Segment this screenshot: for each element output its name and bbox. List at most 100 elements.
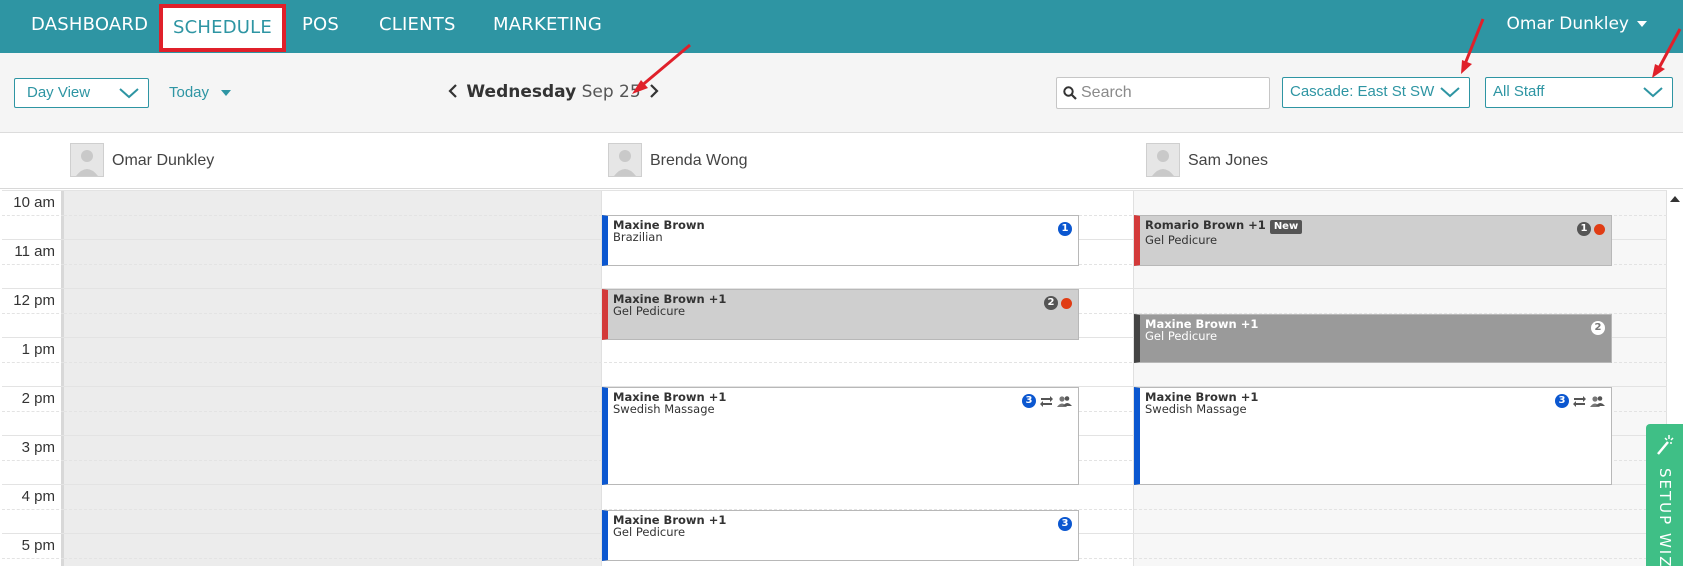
- time-gridline: [2, 533, 64, 534]
- time-gridline: [2, 557, 64, 559]
- time-gridline: [2, 214, 64, 216]
- time-gridline: [2, 386, 64, 387]
- appointment-count-badge: 3: [1555, 394, 1569, 408]
- search-box[interactable]: [1056, 77, 1270, 109]
- location-select-value: Cascade: East St SW: [1290, 83, 1435, 100]
- scroll-up-icon[interactable]: [1670, 196, 1680, 202]
- appointment-count-badge: 3: [1058, 517, 1072, 531]
- avatar-placeholder-icon: [1146, 143, 1180, 177]
- chevron-down-icon: [1643, 87, 1663, 98]
- caret-down-icon: [221, 90, 232, 97]
- appointment-card[interactable]: Maxine Brown +1 Swedish Massage 3: [602, 387, 1079, 485]
- today-button[interactable]: Today: [169, 84, 232, 101]
- appointment-client: Maxine Brown: [613, 218, 705, 232]
- hour-label: 3 pm: [21, 439, 55, 456]
- hour-label: 4 pm: [21, 488, 55, 505]
- appointment-count-badge: 1: [1058, 222, 1072, 236]
- appointment-service: Gel Pedicure: [1145, 233, 1218, 247]
- time-gridline: [2, 484, 64, 485]
- magic-wand-icon: [1657, 435, 1674, 455]
- caret-down-icon: [1637, 21, 1647, 27]
- appointment-card[interactable]: Romario Brown +1 New Gel Pedicure 1: [1134, 215, 1612, 266]
- location-select[interactable]: Cascade: East St SW: [1282, 77, 1470, 108]
- hour-label: 12 pm: [13, 292, 55, 309]
- repeat-icon: [1040, 395, 1053, 407]
- annotation-arrow: [1652, 28, 1682, 78]
- hour-label: 2 pm: [21, 390, 55, 407]
- appointment-count-badge: 2: [1044, 296, 1058, 310]
- time-gridline: [2, 288, 64, 289]
- date-weekday: Wednesday: [466, 82, 577, 102]
- time-gridline: [2, 459, 64, 461]
- staff-name: Brenda Wong: [650, 152, 748, 169]
- staff-select-value: All Staff: [1493, 83, 1545, 100]
- hour-gridline: [64, 190, 1667, 191]
- time-column: 10 am 11 am 12 pm 1 pm 2 pm 3 pm 4 pm 5 …: [0, 190, 64, 566]
- appointment-card[interactable]: Maxine Brown +1 Swedish Massage 3: [1134, 387, 1612, 485]
- toolbar: Day View Today Wednesday Sep 25 Cascade:…: [0, 53, 1683, 133]
- appointment-card[interactable]: Maxine Brown +1 Gel Pedicure 2: [602, 289, 1079, 340]
- appointment-client: Romario Brown +1: [1145, 218, 1266, 232]
- appointment-service: Brazilian: [613, 230, 663, 244]
- status-dot: [1594, 223, 1605, 235]
- search-icon: [1063, 86, 1077, 100]
- status-dot: [1061, 297, 1072, 309]
- schedule-app: DASHBOARD SCHEDULE POS CLIENTS MARKETING…: [0, 0, 1683, 566]
- appointment-card[interactable]: Maxine Brown Brazilian 1: [602, 215, 1079, 266]
- group-icon: [1057, 395, 1072, 407]
- staff-select[interactable]: All Staff: [1485, 77, 1673, 108]
- staff-header: Omar Dunkley Brenda Wong Sam Jones: [0, 134, 1683, 189]
- time-gridline: [2, 263, 64, 265]
- appointment-service: Gel Pedicure: [1145, 329, 1218, 343]
- staff-name: Omar Dunkley: [112, 152, 215, 169]
- new-client-badge: New: [1269, 220, 1303, 234]
- hour-label: 11 am: [14, 243, 55, 260]
- view-select[interactable]: Day View: [14, 78, 149, 108]
- appointment-client-row: Romario Brown +1 New: [1145, 219, 1611, 234]
- avatar-placeholder-icon: [608, 143, 642, 177]
- time-gridline: [2, 508, 64, 510]
- time-gridline: [2, 190, 64, 191]
- appointment-service: Gel Pedicure: [613, 304, 686, 318]
- nav-schedule[interactable]: SCHEDULE: [159, 4, 286, 52]
- user-name: Omar Dunkley: [1506, 14, 1629, 34]
- nav-dashboard[interactable]: DASHBOARD: [31, 0, 148, 53]
- nav-marketing[interactable]: MARKETING: [493, 0, 602, 53]
- chevron-down-icon: [119, 88, 139, 99]
- appointment-card[interactable]: Maxine Brown +1 Gel Pedicure 2: [1134, 314, 1612, 363]
- time-gridline: [2, 239, 64, 240]
- hour-label: 1 pm: [21, 341, 55, 358]
- repeat-icon: [1573, 395, 1586, 407]
- hour-label: 10 am: [13, 194, 55, 211]
- appointment-service: Swedish Massage: [613, 402, 715, 416]
- appointment-service: Swedish Massage: [1145, 402, 1247, 416]
- appointment-count-badge: 3: [1022, 394, 1036, 408]
- staff-column-omar[interactable]: [64, 190, 602, 566]
- appointment-service: Gel Pedicure: [613, 525, 686, 539]
- time-gridline: [2, 312, 64, 314]
- staff-name: Sam Jones: [1188, 152, 1269, 169]
- appointment-count-badge: 1: [1577, 222, 1591, 236]
- chevron-down-icon: [1440, 87, 1460, 98]
- nav-pos[interactable]: POS: [302, 0, 339, 53]
- group-icon: [1590, 395, 1605, 407]
- hour-label: 5 pm: [21, 537, 55, 554]
- view-select-value: Day View: [27, 84, 91, 101]
- schedule-grid: 10 am 11 am 12 pm 1 pm 2 pm 3 pm 4 pm 5 …: [0, 190, 1683, 566]
- setup-wizard-tab[interactable]: SETUP WIZ: [1646, 424, 1683, 566]
- time-gridline: [2, 361, 64, 363]
- setup-wizard-label: SETUP WIZ: [1656, 468, 1674, 566]
- chevron-left-icon[interactable]: [445, 83, 461, 99]
- user-menu[interactable]: Omar Dunkley: [1507, 0, 1647, 50]
- time-gridline: [2, 410, 64, 412]
- appointment-card[interactable]: Maxine Brown +1 Gel Pedicure 3: [602, 510, 1079, 561]
- today-label: Today: [169, 84, 210, 101]
- avatar-placeholder-icon: [70, 143, 104, 177]
- annotation-arrow: [632, 43, 691, 94]
- top-nav: DASHBOARD SCHEDULE POS CLIENTS MARKETING…: [0, 0, 1683, 53]
- time-gridline: [2, 435, 64, 436]
- search-input[interactable]: [1081, 81, 1261, 105]
- annotation-arrow: [1461, 18, 1485, 74]
- nav-clients[interactable]: CLIENTS: [379, 0, 456, 53]
- time-gridline: [2, 337, 64, 338]
